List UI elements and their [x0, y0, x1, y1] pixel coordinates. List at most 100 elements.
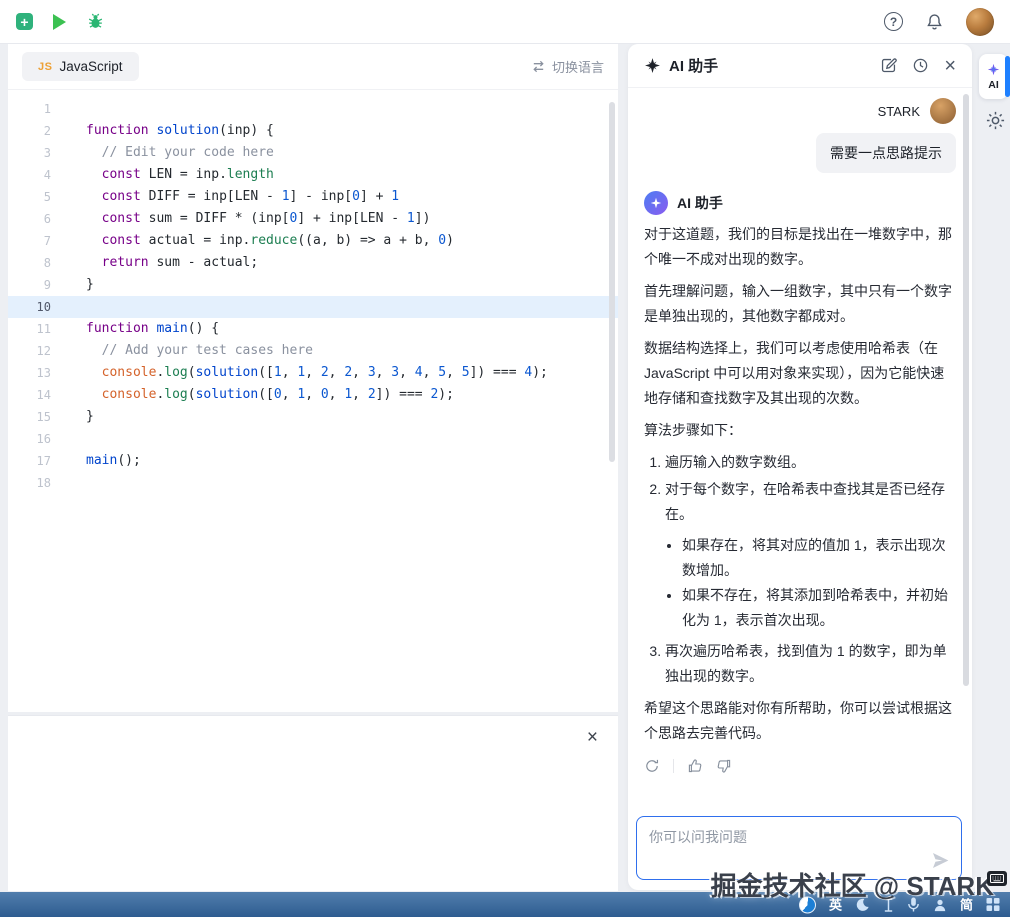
code-line[interactable]: 17main(); — [8, 450, 618, 472]
line-number: 4 — [8, 164, 68, 186]
line-number: 16 — [8, 428, 68, 450]
gear-icon[interactable] — [985, 110, 1006, 131]
line-number: 10 — [8, 296, 68, 318]
thumbs-down-icon[interactable] — [716, 758, 732, 774]
code-line[interactable]: 4 const LEN = inp.length — [8, 164, 618, 186]
console-close-icon[interactable]: × — [587, 728, 598, 747]
top-toolbar: + ? — [0, 0, 1010, 44]
assistant-steps: 遍历输入的数字数组。对于每个数字，在哈希表中查找其是否已经存在。如果存在，将其对… — [644, 450, 956, 689]
step-item: 遍历输入的数字数组。 — [665, 450, 956, 475]
ime-keyboard-icon[interactable] — [987, 871, 1007, 886]
ai-avatar-sparkle-icon — [650, 197, 662, 209]
ai-rail-sparkle-icon — [987, 63, 1000, 76]
code-line-text — [68, 296, 86, 318]
line-number: 9 — [8, 274, 68, 296]
code-line[interactable]: 7 const actual = inp.reduce((a, b) => a … — [8, 230, 618, 252]
line-number: 15 — [8, 406, 68, 428]
new-chat-icon[interactable] — [880, 57, 897, 74]
user-name: STARK — [878, 104, 920, 119]
switch-language-label: 切换语言 — [552, 57, 604, 76]
step-item: 对于每个数字，在哈希表中查找其是否已经存在。如果存在，将其对应的值加 1，表示出… — [665, 477, 956, 633]
ai-panel-header: AI 助手 × — [628, 44, 972, 88]
toolbar-left-group: + — [16, 12, 105, 31]
code-line[interactable]: 11function main() { — [8, 318, 618, 340]
code-line-text — [68, 98, 86, 120]
debug-button[interactable] — [86, 12, 105, 31]
add-icon: + — [16, 13, 33, 30]
ai-panel-scrollbar[interactable] — [963, 94, 969, 686]
user-message-bubble: 需要一点思路提示 — [816, 133, 956, 173]
assistant-paragraph: 首先理解问题，输入一组数字，其中只有一个数字是单独出现的，其他数字都成对。 — [644, 279, 956, 329]
history-icon[interactable] — [912, 57, 929, 74]
assistant-paragraph: 希望这个思路能对你有所帮助，你可以尝试根据这个思路去完善代码。 — [644, 696, 956, 746]
ai-header-icons: × — [880, 56, 956, 76]
run-icon — [53, 14, 66, 30]
tab-javascript[interactable]: JS JavaScript — [22, 52, 139, 81]
chat-area: STARK 需要一点思路提示 AI 助手 对于这道题，我们的目标是找出在一堆数字… — [628, 88, 972, 808]
active-panel-indicator — [1005, 56, 1010, 97]
code-line-text: // Edit your code here — [68, 142, 274, 164]
code-line-text — [68, 472, 86, 494]
user-message-header: STARK — [644, 98, 956, 124]
code-line[interactable]: 10 — [8, 296, 618, 318]
code-line-text: function main() { — [68, 318, 219, 340]
switch-language-button[interactable]: 切换语言 — [531, 57, 604, 76]
code-editor-panel: JS JavaScript 切换语言 12function solution(i… — [8, 44, 618, 712]
substep-item: 如果存在，将其对应的值加 1，表示出现次数增加。 — [682, 533, 956, 583]
actions-divider — [673, 759, 674, 773]
line-number: 8 — [8, 252, 68, 274]
user-message-avatar[interactable] — [930, 98, 956, 124]
code-line[interactable]: 12 // Add your test cases here — [8, 340, 618, 362]
ai-rail-button[interactable]: AI — [979, 54, 1008, 99]
code-line-text: console.log(solution([0, 1, 0, 1, 2]) ==… — [68, 384, 454, 406]
code-line[interactable]: 2function solution(inp) { — [8, 120, 618, 142]
line-number: 2 — [8, 120, 68, 142]
message-actions — [644, 758, 956, 774]
add-file-button[interactable]: + — [16, 13, 33, 30]
code-area[interactable]: 12function solution(inp) {3 // Edit your… — [8, 90, 618, 494]
code-line[interactable]: 5 const DIFF = inp[LEN - 1] - inp[0] + 1 — [8, 186, 618, 208]
editor-scrollbar[interactable] — [609, 102, 615, 462]
code-line[interactable]: 14 console.log(solution([0, 1, 0, 1, 2])… — [8, 384, 618, 406]
sparkle-icon — [644, 57, 661, 74]
regenerate-icon[interactable] — [644, 758, 660, 774]
code-line[interactable]: 6 const sum = DIFF * (inp[0] + inp[LEN -… — [8, 208, 618, 230]
code-line[interactable]: 13 console.log(solution([1, 1, 2, 2, 3, … — [8, 362, 618, 384]
user-avatar[interactable] — [966, 8, 994, 36]
code-line-text: const sum = DIFF * (inp[0] + inp[LEN - 1… — [68, 208, 430, 230]
console-panel: × — [8, 715, 618, 891]
line-number: 1 — [8, 98, 68, 120]
ai-rail-label: AI — [988, 79, 999, 91]
line-number: 6 — [8, 208, 68, 230]
help-button[interactable]: ? — [884, 12, 903, 31]
code-line-text: const LEN = inp.length — [68, 164, 274, 186]
code-line-text: } — [68, 274, 94, 296]
assistant-paragraph: 算法步骤如下： — [644, 418, 956, 443]
code-line-text: const actual = inp.reduce((a, b) => a + … — [68, 230, 454, 252]
ai-close-icon[interactable]: × — [944, 56, 956, 76]
toolbar-right-group: ? — [884, 8, 994, 36]
code-line-text: const DIFF = inp[LEN - 1] - inp[0] + 1 — [68, 186, 399, 208]
line-number: 5 — [8, 186, 68, 208]
code-line[interactable]: 8 return sum - actual; — [8, 252, 618, 274]
line-number: 7 — [8, 230, 68, 252]
ai-avatar — [644, 191, 668, 215]
run-button[interactable] — [53, 14, 66, 30]
line-number: 13 — [8, 362, 68, 384]
editor-header: JS JavaScript 切换语言 — [8, 44, 618, 90]
thumbs-up-icon[interactable] — [687, 758, 703, 774]
bell-icon — [925, 12, 944, 31]
code-line[interactable]: 9} — [8, 274, 618, 296]
assistant-message-header: AI 助手 — [644, 191, 956, 215]
assistant-paragraph: 对于这道题，我们的目标是找出在一堆数字中，那个唯一不成对出现的数字。 — [644, 222, 956, 272]
code-line[interactable]: 3 // Edit your code here — [8, 142, 618, 164]
code-line[interactable]: 1 — [8, 98, 618, 120]
step-item: 再次遍历哈希表，找到值为 1 的数字，即为单独出现的数字。 — [665, 639, 956, 689]
code-line[interactable]: 15} — [8, 406, 618, 428]
code-line[interactable]: 18 — [8, 472, 618, 494]
code-line-text: main(); — [68, 450, 141, 472]
code-line[interactable]: 16 — [8, 428, 618, 450]
line-number: 11 — [8, 318, 68, 340]
notifications-button[interactable] — [925, 12, 944, 31]
substep-item: 如果不存在，将其添加到哈希表中，并初始化为 1，表示首次出现。 — [682, 583, 956, 633]
